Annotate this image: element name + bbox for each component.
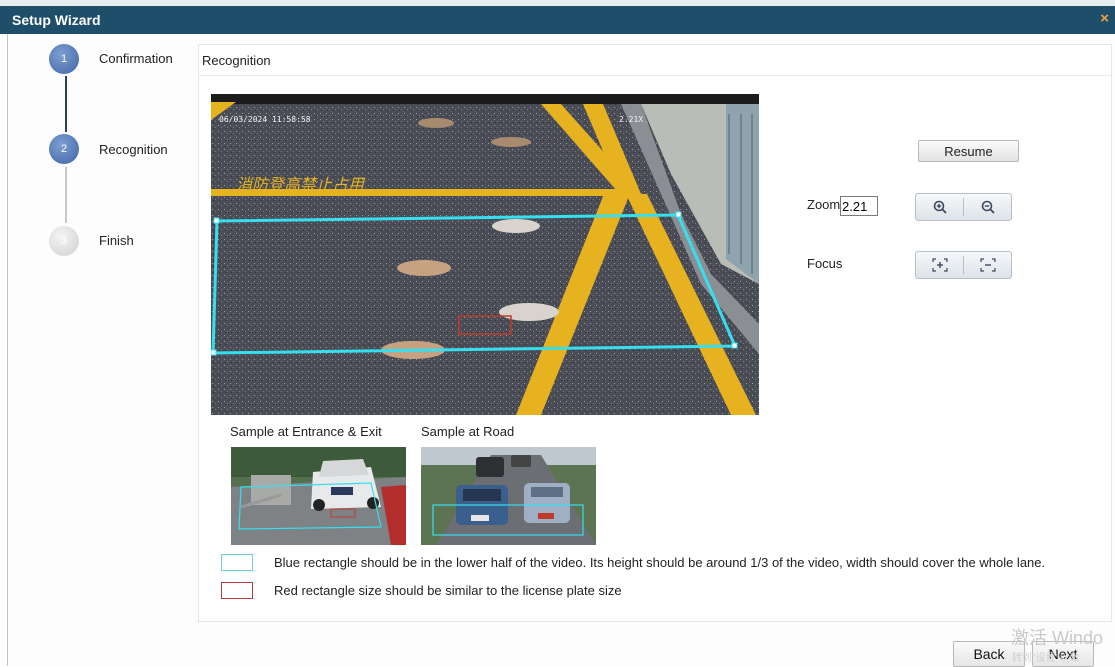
step-connector-2	[65, 167, 67, 223]
sample-entrance-label: Sample at Entrance & Exit	[230, 424, 382, 439]
video-timestamp: 06/03/2024 11:58:58	[219, 115, 311, 124]
activation-watermark-subtext: 转到"设置"以激	[1012, 653, 1080, 664]
blue-legend-text: Blue rectangle should be in the lower ha…	[274, 555, 1046, 570]
step-3-circle: 3	[49, 226, 79, 256]
focus-near-icon	[931, 258, 948, 272]
red-legend-text: Red rectangle size should be similar to …	[274, 583, 622, 598]
zoom-in-button[interactable]	[916, 194, 963, 220]
video-zoom-overlay: 2.21X	[619, 115, 643, 124]
close-icon[interactable]: ×	[1100, 10, 1109, 27]
zoom-in-icon	[933, 200, 947, 214]
zoom-button-group	[915, 193, 1012, 221]
zoom-out-button[interactable]	[964, 194, 1011, 220]
step-1-label: Confirmation	[99, 51, 173, 66]
step-3-label: Finish	[99, 233, 134, 248]
panel-title: Recognition	[202, 53, 271, 68]
window-title: Setup Wizard	[12, 12, 101, 28]
focus-label: Focus	[807, 256, 843, 271]
wizard-frame: 1 Confirmation 2 Recognition 3 Finish Re…	[7, 34, 1115, 666]
sample-road-label: Sample at Road	[421, 424, 515, 439]
video-frame: 消防登高禁止占用 06/03/2024 11:58:58 2.21X	[211, 94, 759, 415]
sample-entrance-image	[231, 447, 406, 545]
step-1-circle: 1	[49, 44, 79, 74]
step-2-circle: 2	[49, 134, 79, 164]
recognition-panel: Recognition 消防登高禁止占用 06/03/2024 11:58:58…	[198, 44, 1112, 622]
wizard-steps: 1 Confirmation 2 Recognition 3 Finish	[8, 34, 198, 334]
sample-road-image	[421, 447, 596, 545]
resume-button[interactable]: Resume	[918, 140, 1019, 162]
road-text: 消防登高禁止占用	[236, 175, 366, 194]
title-bar: Setup Wizard ×	[0, 6, 1115, 34]
focus-button-group	[915, 251, 1012, 279]
focus-far-button[interactable]	[964, 252, 1011, 278]
zoom-out-icon	[981, 200, 995, 214]
focus-far-icon	[979, 258, 996, 272]
panel-header: Recognition	[199, 45, 1111, 76]
zoom-label: Zoom	[807, 197, 841, 212]
live-video[interactable]: 消防登高禁止占用 06/03/2024 11:58:58 2.21X	[211, 94, 759, 415]
zoom-input[interactable]	[840, 196, 878, 216]
step-connector-1	[65, 76, 67, 132]
activation-watermark: 激活 Windo	[1011, 628, 1104, 648]
blue-legend-swatch	[221, 554, 253, 571]
step-2-label: Recognition	[99, 142, 168, 157]
red-legend-swatch	[221, 582, 253, 599]
focus-near-button[interactable]	[916, 252, 963, 278]
